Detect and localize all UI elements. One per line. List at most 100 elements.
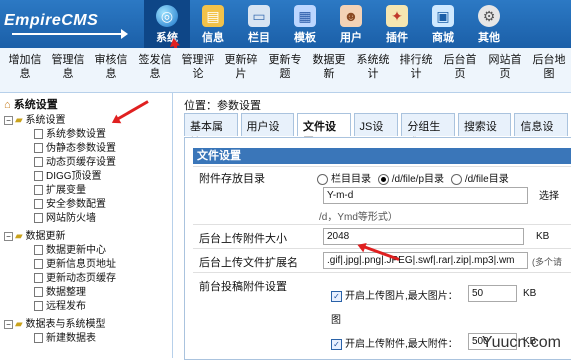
subnav-site-home[interactable]: 网站首页 — [487, 53, 523, 81]
top-nav: ◎ 系统 ▤ 信息 ▭ 栏目 ▦ 模板 ☻ 用户 ✦ 插件 ▣ 商城 ⚙ 其他 — [144, 0, 512, 48]
users-icon: ☻ — [340, 5, 362, 27]
subnav-system-stats[interactable]: 系统统计 — [355, 53, 391, 81]
tree-item-dynamic-cache[interactable]: 动态页缓存设置 — [34, 153, 116, 168]
tab-file[interactable]: 文件设置 — [297, 113, 351, 149]
tree-item-update-dynamic[interactable]: 更新动态页缓存 — [34, 269, 116, 284]
tree-item-system-params[interactable]: 系统参数设置 — [34, 125, 106, 140]
tree-group-tables[interactable]: − ▰ 数据表与系统模型 — [4, 315, 105, 330]
plugin-icon: ✦ — [386, 5, 408, 27]
page-icon — [34, 273, 43, 284]
subnav-sign-info[interactable]: 签发信息 — [137, 53, 173, 81]
tree-item-update-url[interactable]: 更新信息页地址 — [34, 255, 116, 270]
page-icon — [34, 199, 43, 210]
folder-icon: ▰ — [15, 319, 23, 330]
page-icon — [34, 287, 43, 298]
tree-item-ext-vars[interactable]: 扩展变量 — [34, 181, 86, 196]
file-settings-panel: 文件设置 附件存放目录 栏目目录 /d/file/p目录 /d/file目录 Y… — [184, 137, 571, 360]
page-icon — [34, 171, 43, 182]
topnav-template[interactable]: ▦ 模板 — [282, 0, 328, 48]
date-format-input[interactable]: Y-m-d — [323, 187, 528, 204]
topnav-column[interactable]: ▭ 栏目 — [236, 0, 282, 48]
subnav-admin-map[interactable]: 后台地图 — [531, 53, 567, 81]
checkbox-front-attach[interactable]: ✓ — [331, 338, 342, 350]
front-img-size-input[interactable]: 50 — [468, 285, 517, 302]
subnav-manage-info[interactable]: 管理信息 — [50, 53, 86, 81]
subnav-update-fragments[interactable]: 更新碎片 — [223, 53, 259, 81]
site-logo: EmpireCMS — [4, 12, 99, 29]
front-attach-option: ✓ 开启上传附件,最大附件： — [331, 335, 458, 350]
tab-info[interactable]: 信息设置 — [514, 113, 568, 149]
panel-title: 文件设置 — [193, 148, 571, 164]
tree-item-digg[interactable]: DIGG顶设置 — [34, 167, 102, 182]
tab-group-gen[interactable]: 分组生成 — [401, 113, 455, 149]
main-content: 位置：参数设置 基本属性 用户设置 文件设置 JS设置 分组生成 搜索设置 信息… — [176, 93, 571, 360]
sub-nav: 增加信息 管理信息 审核信息 签发信息 管理评论 更新碎片 更新专题 数据更新 … — [0, 48, 571, 93]
subnav-update-topics[interactable]: 更新专题 — [267, 53, 303, 81]
attach-dir-options: 栏目目录 /d/file/p目录 /d/file目录 — [313, 170, 509, 185]
page-icon — [34, 245, 43, 256]
tab-user[interactable]: 用户设置 — [240, 113, 295, 149]
folder-icon: ▰ — [15, 115, 23, 126]
shop-icon: ▣ — [432, 5, 454, 27]
tab-basic[interactable]: 基本属性 — [184, 113, 238, 149]
topnav-system[interactable]: ◎ 系统 — [144, 0, 190, 48]
page-icon — [34, 301, 43, 312]
collapse-icon[interactable]: − — [4, 115, 13, 125]
front-img-option: ✓ 开启上传图片,最大图片： — [331, 287, 458, 302]
page-icon — [34, 333, 43, 344]
topnav-info[interactable]: ▤ 信息 — [190, 0, 236, 48]
topnav-plugin[interactable]: ✦ 插件 — [374, 0, 420, 48]
radio-column-dir[interactable] — [317, 173, 328, 185]
row-upload-size: 后台上传附件大小 2048 KB — [193, 224, 571, 247]
breadcrumb: 位置：参数设置 — [184, 100, 261, 112]
tree-group-system[interactable]: − ▰ 系统设置 — [4, 111, 65, 126]
subnav-admin-home[interactable]: 后台首页 — [442, 53, 478, 81]
page-icon — [34, 185, 43, 196]
radio-dfile-dir[interactable] — [450, 173, 462, 185]
sidebar-heading: ⌂ 系统设置 — [4, 99, 58, 111]
front-img-prefix: 图 — [331, 315, 341, 326]
sidebar: ⌂ 系统设置 − ▰ 系统设置 系统参数设置 伪静态参数设置 动态页缓存设置 DI… — [0, 93, 173, 358]
page-icon — [34, 213, 43, 224]
tree-item-security[interactable]: 安全参数配置 — [34, 195, 106, 210]
file-ext-hint: (多个请 — [532, 257, 562, 267]
collapse-icon[interactable]: − — [4, 319, 13, 329]
subnav-add-info[interactable]: 增加信息 — [7, 53, 43, 81]
top-header: EmpireCMS ◎ 系统 ▤ 信息 ▭ 栏目 ▦ 模板 ☻ 用户 ✦ 插件 ▣ 商城 ⚙ 其… — [0, 0, 571, 48]
subnav-manage-comments[interactable]: 管理评论 — [180, 53, 216, 81]
page-icon — [34, 157, 43, 168]
topnav-user[interactable]: ☻ 用户 — [328, 0, 374, 48]
tree-group-data-update[interactable]: − ▰ 数据更新 — [4, 227, 65, 242]
gear-icon: ⚙ — [478, 5, 500, 27]
upload-size-input[interactable]: 2048 — [323, 228, 524, 245]
settings-tabs: 基本属性 用户设置 文件设置 JS设置 分组生成 搜索设置 信息设置 — [184, 113, 571, 149]
page-icon — [34, 143, 43, 154]
tree-item-data-clean[interactable]: 数据整理 — [34, 283, 86, 298]
tab-search[interactable]: 搜索设置 — [457, 113, 512, 149]
tree-item-firewall[interactable]: 网站防火墙 — [34, 209, 96, 224]
select-button[interactable]: 选择 — [539, 187, 559, 202]
tab-js[interactable]: JS设置 — [353, 113, 399, 149]
subnav-data-update[interactable]: 数据更新 — [311, 53, 347, 81]
checkbox-front-img[interactable]: ✓ — [331, 290, 342, 302]
topnav-other[interactable]: ⚙ 其他 — [466, 0, 512, 48]
home-icon: ⌂ — [4, 99, 11, 111]
collapse-icon[interactable]: − — [4, 231, 13, 241]
document-icon: ▤ — [202, 5, 224, 27]
tree-item-update-center[interactable]: 数据更新中心 — [34, 241, 106, 256]
logo-underline-arrow — [12, 29, 128, 39]
folder-icon: ▰ — [15, 231, 23, 242]
globe-icon: ◎ — [156, 5, 178, 27]
upload-size-unit: KB — [536, 231, 550, 242]
tree-item-remote-publish[interactable]: 远程发布 — [34, 297, 86, 312]
file-ext-input[interactable]: .gif|.jpg|.png|.JPEG|.swf|.rar|.zip|.mp3… — [323, 252, 528, 269]
tree-item-new-table[interactable]: 新建数据表 — [34, 329, 96, 344]
row-attach-dir: 附件存放目录 栏目目录 /d/file/p目录 /d/file目录 Y-m-d … — [193, 166, 571, 204]
tree-item-rewrite[interactable]: 伪静态参数设置 — [34, 139, 116, 154]
subnav-ranking-stats[interactable]: 排行统计 — [398, 53, 434, 81]
topnav-shop[interactable]: ▣ 商城 — [420, 0, 466, 48]
subnav-audit-info[interactable]: 审核信息 — [93, 53, 129, 81]
date-format-hint: /d，Ymd等形式） — [319, 212, 398, 223]
radio-dfilep-dir[interactable] — [377, 173, 389, 185]
template-icon: ▦ — [294, 5, 316, 27]
